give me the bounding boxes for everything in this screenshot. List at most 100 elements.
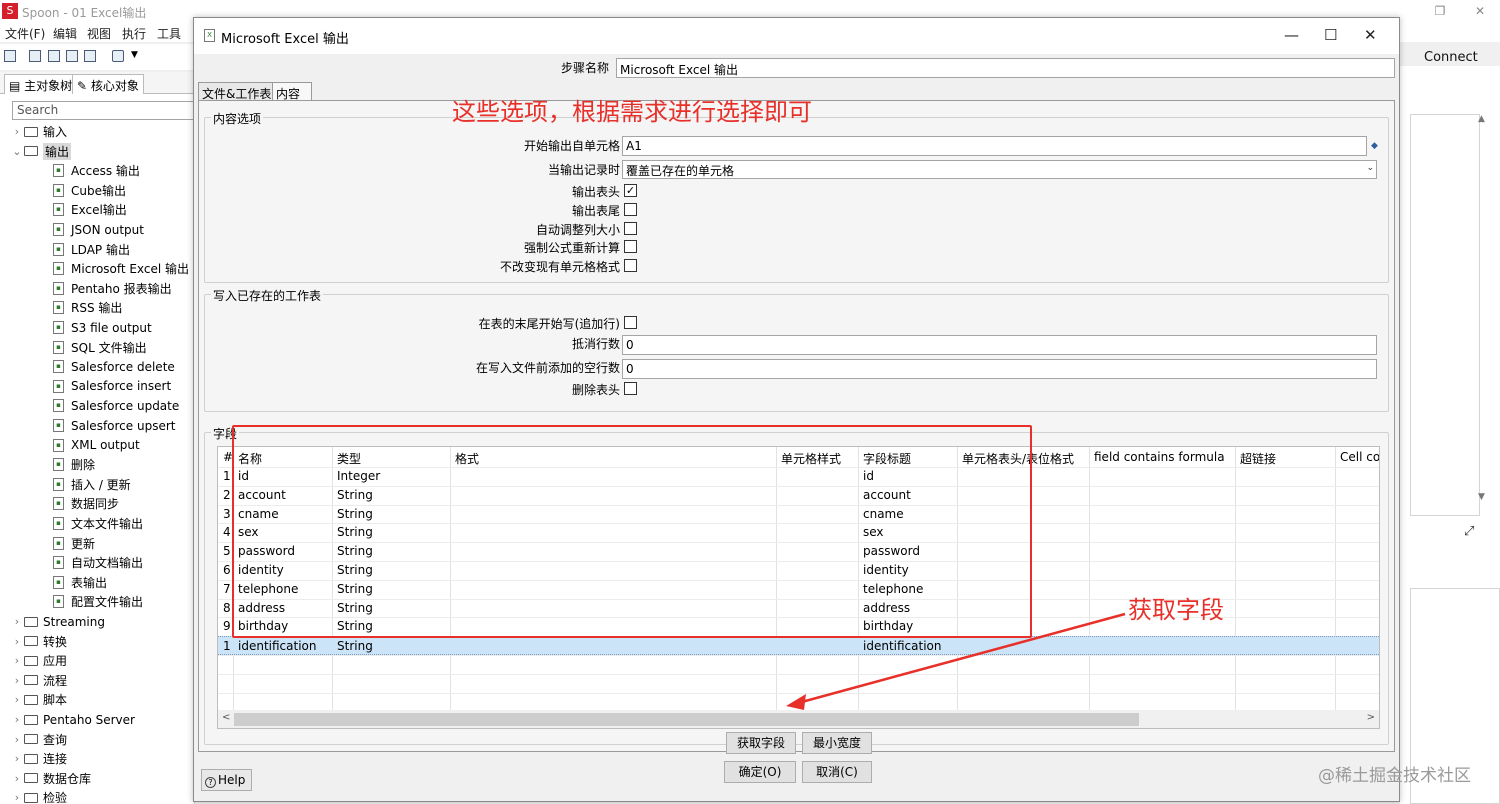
save-as-icon[interactable]: [84, 50, 96, 62]
cancel-button[interactable]: 取消(C): [802, 761, 872, 783]
tree-folder[interactable]: › 应用: [10, 651, 67, 670]
expand-icon[interactable]: ⤢: [1464, 524, 1474, 539]
table-cell-n[interactable]: 7: [221, 580, 233, 599]
menu-run[interactable]: 执行: [122, 25, 146, 42]
tree-folder[interactable]: › 输入: [10, 122, 67, 141]
tree-folder[interactable]: › 连接: [10, 749, 67, 768]
chevron-right-icon[interactable]: ›: [10, 693, 24, 706]
chevron-right-icon[interactable]: ›: [10, 733, 24, 746]
connect-button[interactable]: Connect: [1424, 50, 1478, 65]
scroll-left-icon[interactable]: <: [222, 712, 230, 723]
tree-step-item[interactable]: ▪ Salesforce insert: [53, 377, 171, 396]
chevron-right-icon[interactable]: ›: [10, 752, 24, 765]
tree-step-item[interactable]: ▪ 表输出: [53, 573, 107, 592]
table-cell-title[interactable]: identification: [861, 637, 943, 656]
chevron-right-icon[interactable]: ›: [10, 713, 24, 726]
tab-file-sheet[interactable]: 文件&工作表: [198, 82, 276, 101]
close-icon[interactable]: ✕: [1460, 0, 1500, 22]
search-input[interactable]: Search: [12, 101, 195, 120]
tree-step-item[interactable]: ▪ 插入 / 更新: [53, 475, 131, 494]
column-header[interactable]: Cell co: [1338, 447, 1379, 467]
tree-step-item[interactable]: ▪ JSON output: [53, 220, 144, 239]
when-output-select[interactable]: 覆盖已存在的单元格 ⌄: [622, 160, 1377, 179]
content-option-checkbox[interactable]: [624, 221, 637, 235]
table-cell-n[interactable]: 3: [221, 505, 233, 524]
restore-icon[interactable]: ❐: [1420, 0, 1460, 22]
omit-header-checkbox[interactable]: [624, 382, 637, 395]
chevron-right-icon[interactable]: ›: [10, 772, 24, 785]
tree-step-item[interactable]: ▪ 文本文件输出: [53, 514, 143, 533]
tab-content[interactable]: 内容: [272, 82, 312, 101]
tree-folder[interactable]: › 脚本: [10, 690, 67, 709]
menu-file[interactable]: 文件(F): [5, 25, 45, 42]
column-header[interactable]: 超链接: [1238, 447, 1336, 467]
tree-step-item[interactable]: ▪ LDAP 输出: [53, 240, 130, 259]
chevron-down-icon[interactable]: ⌄: [10, 145, 24, 158]
scrollbar-thumb[interactable]: [234, 713, 1139, 726]
tree-step-item[interactable]: ▪ 配置文件输出: [53, 592, 143, 611]
menu-tools[interactable]: 工具: [157, 25, 181, 42]
tree-step-item[interactable]: ▪ Microsoft Excel 输出: [53, 259, 189, 278]
help-button[interactable]: ? Help: [201, 769, 252, 791]
tree-step-item[interactable]: ▪ 自动文档输出: [53, 553, 143, 572]
tree-step-item[interactable]: ▪ 更新: [53, 534, 95, 553]
tree-folder[interactable]: › 流程: [10, 671, 67, 690]
table-cell-n[interactable]: 8: [221, 599, 233, 618]
tree-folder[interactable]: ⌄ 输出: [10, 142, 72, 161]
table-cell-n[interactable]: 4: [221, 523, 233, 542]
content-option-checkbox[interactable]: ✓: [624, 184, 637, 197]
tree-step-item[interactable]: ▪ 数据同步: [53, 494, 119, 513]
content-option-checkbox[interactable]: [624, 240, 637, 254]
new-file-icon[interactable]: [4, 50, 16, 62]
table-cell-type[interactable]: String: [335, 637, 375, 656]
tab-core-objects[interactable]: ✎ 核心对象: [72, 74, 144, 94]
maximize-icon[interactable]: ☐: [1324, 26, 1337, 44]
table-cell-n[interactable]: 5: [221, 542, 233, 561]
chevron-right-icon[interactable]: ›: [10, 125, 24, 138]
tree-step-item[interactable]: ▪ 删除: [53, 455, 95, 474]
table-cell-n[interactable]: 9: [221, 617, 233, 636]
tree-step-item[interactable]: ▪ SQL 文件输出: [53, 338, 147, 357]
ok-button[interactable]: 确定(O): [724, 761, 796, 783]
start-cell-input[interactable]: A1: [622, 136, 1367, 156]
chevron-right-icon[interactable]: ›: [10, 635, 24, 648]
tree-folder[interactable]: › Pentaho Server: [10, 710, 135, 729]
tree-folder[interactable]: › Streaming: [10, 612, 105, 631]
tree-step-item[interactable]: ▪ Excel输出: [53, 200, 127, 219]
tree-folder[interactable]: › 检验: [10, 788, 67, 804]
chevron-down-icon[interactable]: ▼: [131, 50, 138, 60]
tree-step-item[interactable]: ▪ Salesforce update: [53, 396, 179, 415]
tree-step-item[interactable]: ▪ Salesforce upsert: [53, 416, 175, 435]
tree-step-item[interactable]: ▪ Salesforce delete: [53, 357, 175, 376]
layers-icon[interactable]: [112, 50, 124, 62]
table-cell-name[interactable]: identification: [236, 637, 318, 656]
tree-folder[interactable]: › 数据仓库: [10, 769, 91, 788]
save-icon[interactable]: [66, 50, 78, 62]
get-fields-button[interactable]: 获取字段: [726, 732, 796, 754]
table-cell-n[interactable]: 6: [221, 561, 233, 580]
close-icon[interactable]: ✕: [1364, 26, 1377, 44]
menu-edit[interactable]: 编辑: [53, 25, 77, 42]
tree-step-item[interactable]: ▪ Access 输出: [53, 161, 140, 180]
chevron-right-icon[interactable]: ›: [10, 674, 24, 687]
table-cell-n[interactable]: 2: [221, 486, 233, 505]
chevron-right-icon[interactable]: ›: [10, 791, 24, 804]
column-header[interactable]: field contains formula: [1092, 447, 1236, 467]
tree-step-item[interactable]: ▪ Pentaho 报表输出: [53, 279, 172, 298]
min-width-button[interactable]: 最小宽度: [802, 732, 872, 754]
offset-input[interactable]: 0: [622, 335, 1377, 355]
menu-view[interactable]: 视图: [87, 25, 111, 42]
content-option-checkbox[interactable]: [624, 259, 637, 273]
tree-folder[interactable]: › 查询: [10, 730, 67, 749]
scroll-right-icon[interactable]: >: [1367, 712, 1375, 723]
table-cell-n[interactable]: 1: [221, 637, 233, 656]
tree-step-item[interactable]: ▪ XML output: [53, 436, 140, 455]
tree-folder[interactable]: › 转换: [10, 632, 67, 651]
blank-rows-input[interactable]: 0: [622, 359, 1377, 379]
append-checkbox[interactable]: [624, 316, 637, 329]
open-file-icon[interactable]: [29, 50, 41, 62]
tree-step-item[interactable]: ▪ RSS 输出: [53, 298, 122, 317]
minimize-icon[interactable]: —: [1284, 26, 1299, 44]
chevron-right-icon[interactable]: ›: [10, 615, 24, 628]
horizontal-scrollbar[interactable]: < >: [218, 710, 1379, 728]
